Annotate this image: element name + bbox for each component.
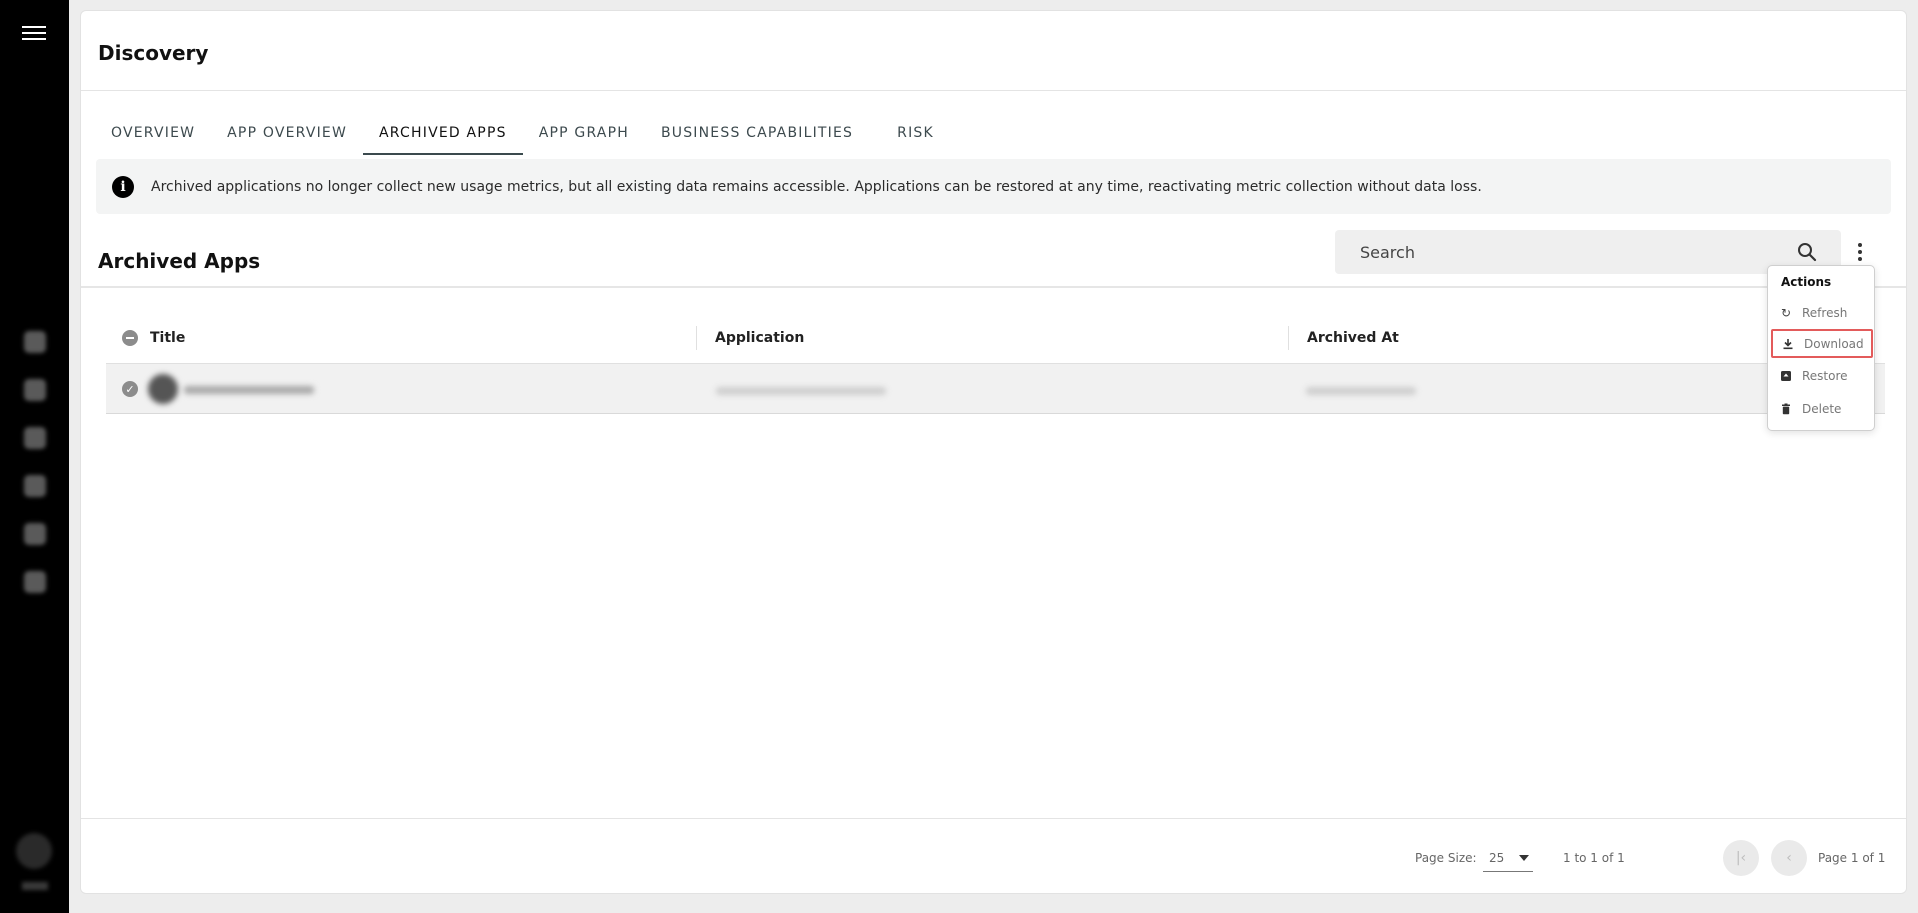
actions-menu-title: Actions xyxy=(1781,275,1832,289)
menu-item-label: Refresh xyxy=(1802,305,1848,320)
trash-icon xyxy=(1780,403,1792,415)
tab-risk[interactable]: RISK xyxy=(881,111,950,155)
column-header-title[interactable]: Title xyxy=(106,313,696,363)
search-icon[interactable] xyxy=(24,379,46,401)
tab-business-capabilities[interactable]: BUSINESS CAPABILITIES xyxy=(645,111,869,155)
page-indicator: Page 1 of 1 xyxy=(1818,851,1886,865)
first-page-button[interactable]: |‹ xyxy=(1723,840,1759,876)
page-size-value: 25 xyxy=(1489,851,1505,865)
tab-app-graph[interactable]: APP GRAPH xyxy=(523,111,645,155)
table-row[interactable]: ✓ xyxy=(106,363,1885,414)
side-rail xyxy=(0,0,69,913)
menu-item-refresh[interactable]: ↻ Refresh xyxy=(1771,298,1873,327)
section-divider xyxy=(81,286,1906,288)
avatar[interactable] xyxy=(16,833,52,869)
section-title: Archived Apps xyxy=(98,249,261,273)
select-all-checkbox[interactable] xyxy=(122,330,138,346)
search-input[interactable]: Search xyxy=(1335,230,1841,274)
prev-page-button[interactable]: ‹ xyxy=(1771,840,1807,876)
actions-menu: Actions ↻ Refresh Download Restore Delet… xyxy=(1767,265,1875,431)
menu-item-delete[interactable]: Delete xyxy=(1771,394,1873,423)
footer-divider xyxy=(81,818,1906,819)
main-panel: Discovery OVERVIEW APP OVERVIEW ARCHIVED… xyxy=(80,10,1907,894)
star-icon[interactable] xyxy=(24,523,46,545)
info-icon: i xyxy=(112,175,134,198)
search-placeholder: Search xyxy=(1360,243,1415,262)
search-icon[interactable] xyxy=(1797,242,1817,262)
tab-archived-apps[interactable]: ARCHIVED APPS xyxy=(363,111,523,155)
tab-app-overview[interactable]: APP OVERVIEW xyxy=(211,111,363,155)
chevron-left-icon: ‹ xyxy=(1786,850,1792,866)
more-options-icon[interactable] xyxy=(1852,243,1868,267)
page-title: Discovery xyxy=(98,41,209,65)
row-checkbox[interactable]: ✓ xyxy=(122,381,138,397)
column-label-archived-at: Archived At xyxy=(1307,330,1399,346)
page-size-label: Page Size: xyxy=(1415,851,1477,865)
menu-icon[interactable] xyxy=(22,26,46,44)
menu-item-restore[interactable]: Restore xyxy=(1771,361,1873,390)
menu-item-label: Delete xyxy=(1802,401,1842,416)
refresh-icon: ↻ xyxy=(1780,305,1792,320)
menu-item-label: Download xyxy=(1804,336,1864,351)
page-size-select[interactable]: 25 xyxy=(1483,844,1533,872)
redacted-application xyxy=(716,387,886,395)
inbox-icon[interactable] xyxy=(24,475,46,497)
redacted-archived-at xyxy=(1306,387,1416,395)
caret-down-icon xyxy=(1519,855,1529,861)
info-message: Archived applications no longer collect … xyxy=(151,178,1482,195)
table-header: Title Application Archived At xyxy=(106,313,1885,363)
first-page-icon: |‹ xyxy=(1735,850,1747,866)
column-label-title: Title xyxy=(150,330,186,346)
restore-icon xyxy=(1780,370,1792,382)
info-banner: i Archived applications no longer collec… xyxy=(96,159,1891,214)
download-icon xyxy=(1782,338,1794,350)
tab-bar: OVERVIEW APP OVERVIEW ARCHIVED APPS APP … xyxy=(95,111,950,155)
column-label-application: Application xyxy=(715,330,805,346)
menu-item-download[interactable]: Download xyxy=(1771,329,1873,358)
menu-item-label: Restore xyxy=(1802,368,1848,383)
redacted-title xyxy=(184,386,314,394)
row-summary: 1 to 1 of 1 xyxy=(1563,851,1625,865)
dashboard-icon[interactable] xyxy=(24,331,46,353)
column-header-application[interactable]: Application xyxy=(696,326,1288,350)
plus-icon[interactable] xyxy=(24,427,46,449)
tab-overview[interactable]: OVERVIEW xyxy=(95,111,211,155)
settings-icon[interactable] xyxy=(24,571,46,593)
app-logo xyxy=(148,374,178,404)
header-divider xyxy=(81,90,1906,91)
version-tag xyxy=(22,882,48,890)
